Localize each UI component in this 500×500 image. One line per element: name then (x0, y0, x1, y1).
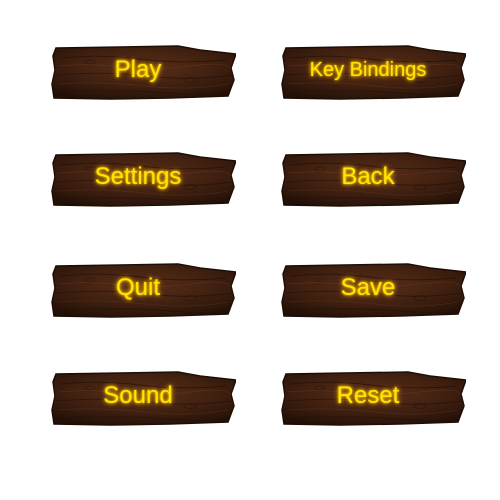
reset-button[interactable]: Reset (280, 370, 466, 426)
key-bindings-button[interactable]: Key Bindings (280, 44, 466, 100)
play-button-label: Play (114, 56, 162, 83)
reset-button-label: Reset (336, 382, 400, 409)
sound-button-label: Sound (103, 382, 173, 409)
quit-button-label: Quit (115, 274, 160, 301)
main-menu: Play Key Bindings Settings Back Quit Sav… (0, 0, 500, 500)
quit-button[interactable]: Quit (50, 262, 236, 318)
key-bindings-button-label: Key Bindings (309, 58, 427, 81)
settings-button-label: Settings (94, 163, 182, 190)
sound-button[interactable]: Sound (50, 370, 236, 426)
back-button[interactable]: Back (280, 151, 466, 207)
settings-button[interactable]: Settings (50, 151, 236, 207)
save-button-label: Save (340, 274, 396, 301)
play-button[interactable]: Play (50, 44, 236, 100)
save-button[interactable]: Save (280, 262, 466, 318)
back-button-label: Back (341, 163, 395, 190)
